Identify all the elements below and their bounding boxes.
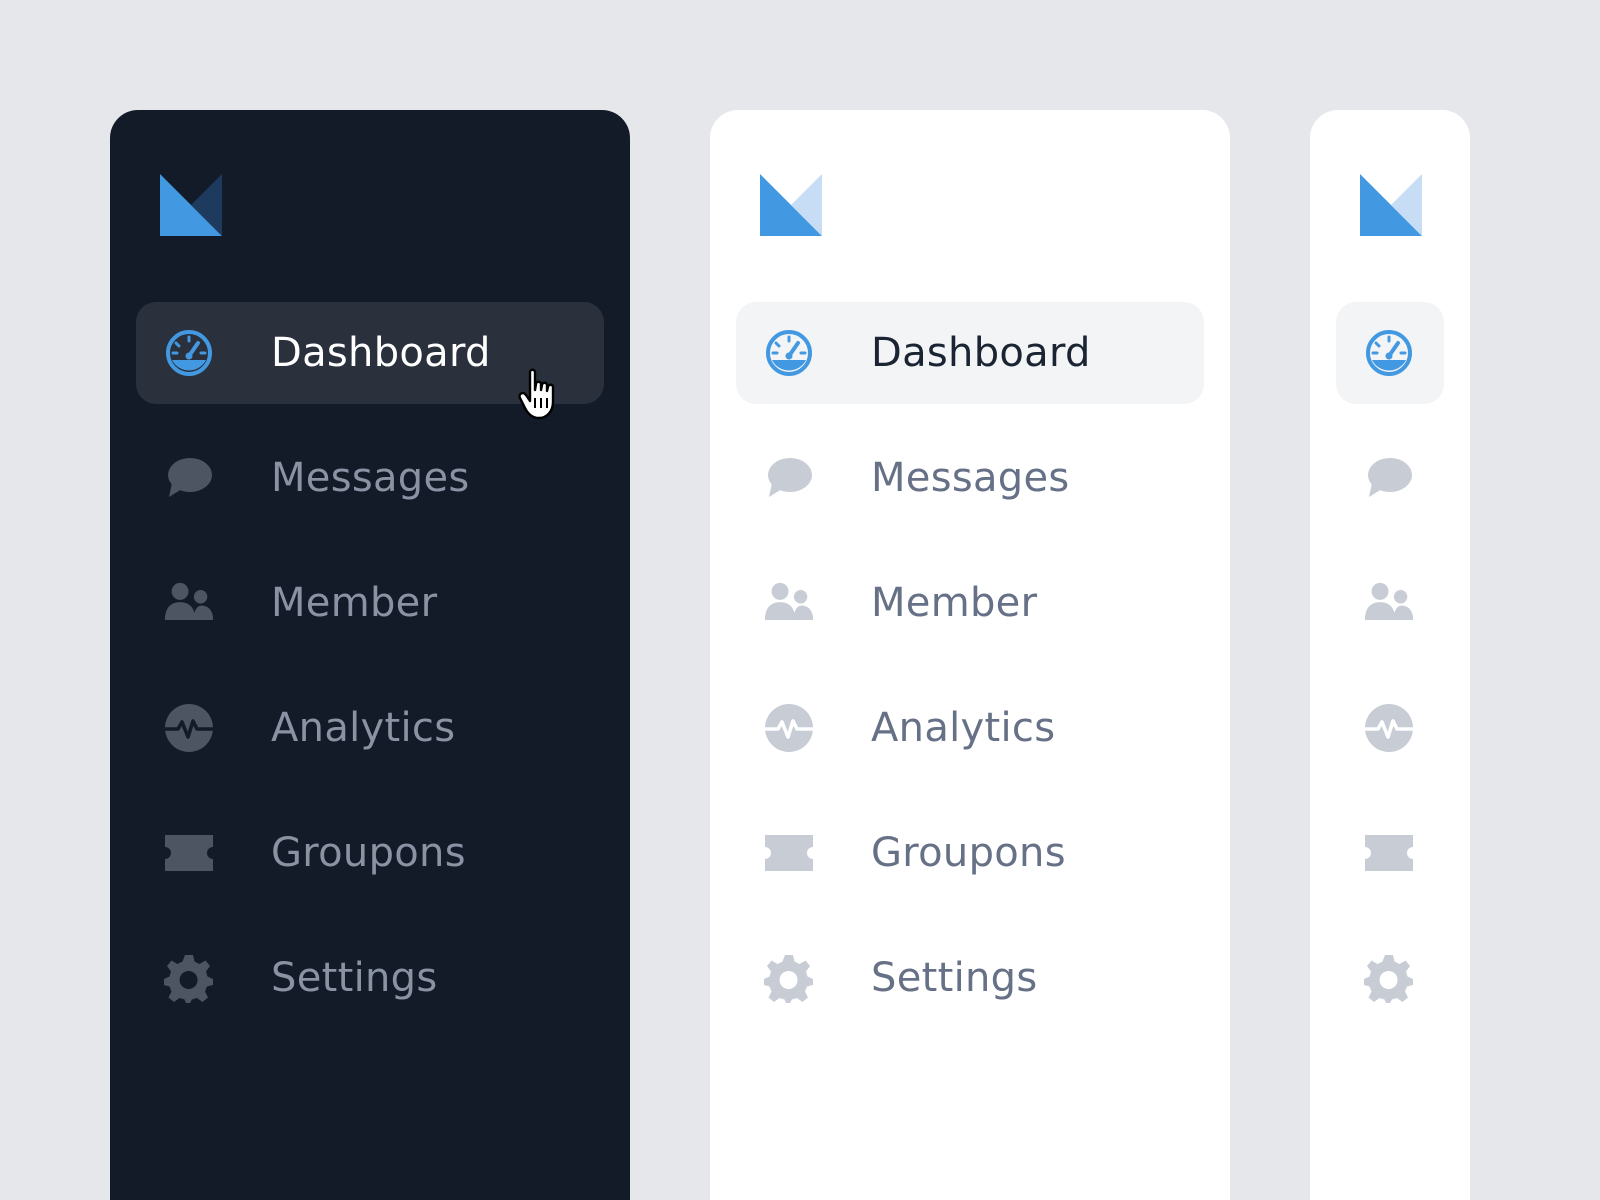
sidebar-item-settings[interactable]: Settings [136,927,604,1029]
sidebar-item-messages[interactable]: Messages [136,427,604,529]
sidebar-item-label: Analytics [271,705,456,751]
sidebar-item-label: Dashboard [271,330,491,376]
sidebar-item-label: Settings [271,955,438,1001]
sidebar-item-analytics[interactable]: Analytics [736,677,1204,779]
dark-sidebar: Dashboard Messages Member Analytics Grou… [110,110,630,1200]
sidebar-item-settings[interactable]: Settings [736,927,1204,1029]
gear-icon [764,953,814,1003]
dashboard-gauge-icon [164,328,214,378]
pulse-icon [764,703,814,753]
sidebar-item-member[interactable] [1336,552,1444,654]
sidebar-item-groupons[interactable] [1336,802,1444,904]
users-icon [164,578,214,628]
light-sidebar: Dashboard Messages Member Analytics Grou… [710,110,1230,1200]
sidebar-item-groupons[interactable]: Groupons [136,802,604,904]
dashboard-gauge-icon [1364,328,1414,378]
sidebar-item-label: Messages [271,455,470,501]
users-icon [1364,578,1414,628]
sidebar-item-label: Dashboard [871,330,1091,376]
sidebar-item-dashboard[interactable]: Dashboard [736,302,1204,404]
pulse-icon [164,703,214,753]
brand-logo [760,174,822,236]
sidebar-item-label: Analytics [871,705,1056,751]
pulse-icon [1364,703,1414,753]
chat-bubble-icon [1364,453,1414,503]
ticket-icon [1364,828,1414,878]
sidebar-item-member[interactable]: Member [736,552,1204,654]
chat-bubble-icon [764,453,814,503]
sidebar-item-dashboard[interactable] [1336,302,1444,404]
hand-pointer-cursor-icon [518,368,555,420]
gear-icon [1364,953,1414,1003]
gear-icon [164,953,214,1003]
brand-logo [160,174,222,236]
sidebar-item-messages[interactable] [1336,427,1444,529]
sidebar-item-settings[interactable] [1336,927,1444,1029]
sidebar-item-label: Settings [871,955,1038,1001]
sidebar-item-label: Member [871,580,1038,626]
sidebar-item-messages[interactable]: Messages [736,427,1204,529]
dashboard-gauge-icon [764,328,814,378]
collapsed-sidebar [1310,110,1470,1200]
sidebar-item-analytics[interactable] [1336,677,1444,779]
sidebar-item-groupons[interactable]: Groupons [736,802,1204,904]
brand-logo [1360,174,1422,236]
chat-bubble-icon [164,453,214,503]
sidebar-item-analytics[interactable]: Analytics [136,677,604,779]
users-icon [764,578,814,628]
sidebar-nav [1336,302,1444,1052]
sidebar-item-member[interactable]: Member [136,552,604,654]
sidebar-nav: Dashboard Messages Member Analytics Grou… [736,302,1204,1052]
sidebar-item-label: Groupons [271,830,466,876]
sidebar-item-label: Messages [871,455,1070,501]
sidebar-item-label: Member [271,580,438,626]
sidebar-item-label: Groupons [871,830,1066,876]
ticket-icon [164,828,214,878]
ticket-icon [764,828,814,878]
